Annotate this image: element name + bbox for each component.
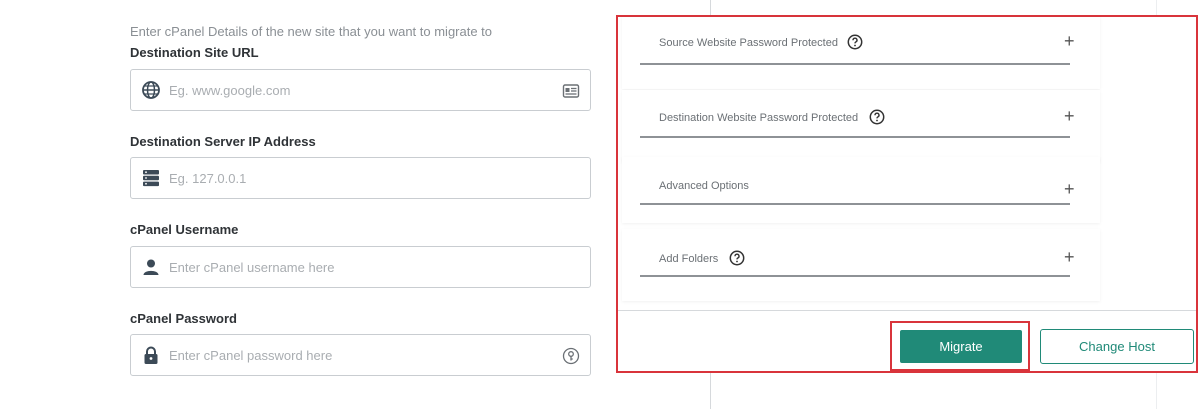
accordion-destination-password[interactable]: Destination Website Password Protected +	[622, 90, 1100, 162]
migrate-button[interactable]: Migrate	[900, 330, 1022, 363]
destination-url-label: Destination Site URL	[130, 45, 259, 60]
globe-icon	[141, 80, 161, 100]
accordion-advanced-options[interactable]: Advanced Options +	[622, 157, 1100, 223]
server-icon	[141, 168, 161, 188]
help-icon[interactable]	[729, 250, 745, 266]
accordion-label: Source Website Password Protected	[659, 37, 838, 49]
expand-plus-icon[interactable]: +	[1064, 107, 1075, 125]
change-host-button[interactable]: Change Host	[1040, 329, 1194, 364]
accordion-source-password[interactable]: Source Website Password Protected +	[622, 17, 1100, 89]
expand-plus-icon[interactable]: +	[1064, 32, 1075, 50]
key-icon[interactable]	[562, 347, 580, 365]
cpanel-username-input[interactable]	[169, 257, 549, 277]
cpanel-username-label: cPanel Username	[130, 222, 239, 237]
accordion-row[interactable]: Advanced Options +	[640, 157, 1075, 205]
server-ip-field[interactable]	[130, 157, 591, 199]
cpanel-password-input[interactable]	[169, 345, 549, 365]
lock-icon	[141, 345, 161, 365]
user-icon	[141, 257, 161, 277]
accordion-row[interactable]: Source Website Password Protected +	[640, 17, 1075, 65]
expand-plus-icon[interactable]: +	[1064, 180, 1075, 198]
server-ip-input[interactable]	[169, 168, 549, 188]
help-icon[interactable]	[869, 109, 885, 125]
destination-url-field[interactable]	[130, 69, 591, 111]
accordion-label: Destination Website Password Protected	[659, 112, 859, 124]
expand-plus-icon[interactable]: +	[1064, 248, 1075, 266]
server-ip-label: Destination Server IP Address	[130, 134, 316, 149]
accordion-label: Add Folders	[659, 253, 719, 265]
accordion-row[interactable]: Add Folders +	[640, 229, 1075, 277]
cpanel-username-field[interactable]	[130, 246, 591, 288]
destination-url-input[interactable]	[169, 80, 549, 100]
form-intro-text: Enter cPanel Details of the new site tha…	[130, 24, 493, 39]
id-card-icon	[562, 82, 580, 100]
migration-options-panel: Source Website Password Protected + Dest…	[616, 15, 1198, 373]
cpanel-password-label: cPanel Password	[130, 311, 237, 326]
accordion-label: Advanced Options	[659, 180, 749, 192]
help-icon[interactable]	[847, 34, 863, 50]
accordion-add-folders[interactable]: Add Folders +	[622, 229, 1100, 301]
panel-footer-divider	[618, 310, 1196, 311]
cpanel-password-field[interactable]	[130, 334, 591, 376]
accordion-row[interactable]: Destination Website Password Protected +	[640, 90, 1075, 138]
